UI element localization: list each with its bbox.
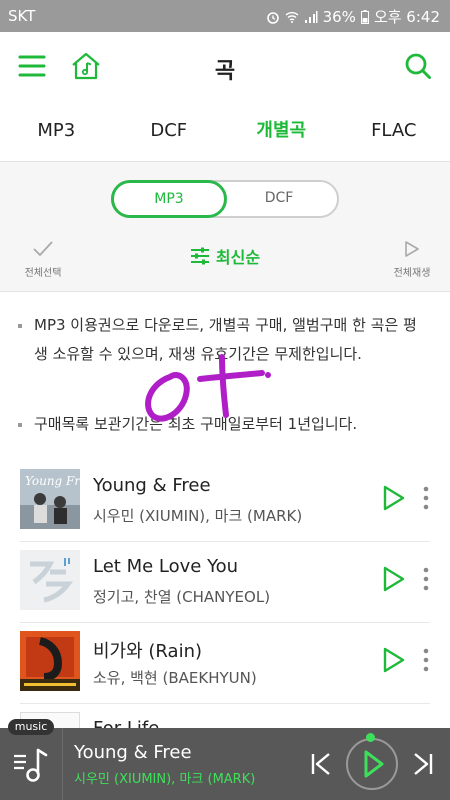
divider: [62, 728, 63, 800]
notice-text: MP3 이용권으로 다운로드, 개별곡 구매, 앨범구매 한 곡은 평생 소유할…: [34, 316, 417, 363]
play-all-button[interactable]: 전체재생: [386, 240, 438, 279]
album-art-lettering: Young Free: [25, 474, 80, 488]
page-title: 곡: [214, 59, 236, 84]
play-outline-icon: [405, 241, 419, 257]
play-pause-button[interactable]: [346, 738, 398, 790]
album-art-let-me-love-you: [20, 550, 80, 610]
segment-dcf[interactable]: DCF: [221, 180, 337, 218]
search-icon: [405, 53, 431, 79]
notice-retention: 구매목록 보관기간은 최초 구매일로부터 1년입니다.: [18, 410, 430, 439]
battery-icon: [360, 9, 369, 24]
notice-text: 구매목록 보관기간은 최초 구매일로부터 1년입니다.: [34, 415, 358, 433]
battery-percent: 36%: [322, 7, 356, 26]
prev-icon[interactable]: [310, 752, 332, 776]
more-vertical-icon[interactable]: [422, 566, 430, 592]
album-art-young-free: Young Free: [20, 469, 80, 529]
sort-button[interactable]: 최신순: [0, 244, 450, 268]
tab-dcf[interactable]: DCF: [113, 100, 226, 161]
mini-player[interactable]: Young & Free 시우민 (XIUMIN), 마크 (MARK): [0, 728, 450, 800]
status-bar: SKT 36% 오후 6:42: [0, 0, 450, 32]
song-title: Young & Free: [93, 475, 211, 496]
play-icon[interactable]: [382, 566, 406, 592]
wifi-icon: [285, 11, 299, 23]
more-vertical-icon[interactable]: [422, 485, 430, 511]
tab-mp3[interactable]: MP3: [0, 100, 113, 161]
tab-flac[interactable]: FLAC: [338, 100, 450, 161]
music-note-icon[interactable]: [12, 746, 52, 786]
album-art: [20, 631, 80, 691]
app-header: 곡: [0, 32, 450, 100]
format-tabs: MP3 DCF 개별곡 FLAC: [0, 100, 450, 162]
bullet: [18, 423, 22, 427]
sort-sliders-icon: [190, 247, 209, 265]
play-icon[interactable]: [382, 485, 406, 511]
play-icon[interactable]: [382, 647, 406, 673]
carrier-label: SKT: [8, 7, 36, 25]
now-playing-artist: 시우민 (XIUMIN), 마크 (MARK): [74, 772, 256, 787]
play-icon: [364, 750, 384, 778]
format-segmented-control: MP3 DCF: [111, 180, 339, 218]
search-button[interactable]: [400, 48, 436, 84]
list-item[interactable]: Young Free Young & Free 시우민 (XIUMIN), 마크…: [20, 461, 430, 542]
clock: 오후 6:42: [373, 8, 440, 26]
song-artist: 정기고, 찬열 (CHANYEOL): [93, 588, 271, 606]
tab-individual-songs[interactable]: 개별곡: [225, 100, 338, 161]
song-artist: 시우민 (XIUMIN), 마크 (MARK): [93, 507, 303, 525]
next-icon[interactable]: [412, 752, 434, 776]
song-title: Let Me Love You: [93, 556, 239, 577]
album-art: Young Free: [20, 469, 80, 529]
song-title: 비가와 (Rain): [93, 641, 202, 662]
alarm-icon: [266, 11, 279, 24]
status-icons: 36% 오후 6:42: [266, 6, 440, 27]
list-item[interactable]: 비가와 (Rain) 소유, 백현 (BAEKHYUN): [20, 623, 430, 704]
progress-indicator: [366, 733, 375, 742]
now-playing-title: Young & Free: [74, 742, 192, 763]
signal-icon: [304, 10, 318, 23]
bullet: [18, 324, 22, 328]
segment-mp3[interactable]: MP3: [111, 180, 227, 218]
sort-label: 최신순: [215, 248, 261, 267]
song-artist: 소유, 백현 (BAEKHYUN): [93, 669, 257, 687]
album-art-rain: [20, 631, 80, 691]
list-item[interactable]: Let Me Love You 정기고, 찬열 (CHANYEOL): [20, 542, 430, 623]
notice-ownership: MP3 이용권으로 다운로드, 개별곡 구매, 앨범구매 한 곡은 평생 소유할…: [18, 311, 430, 369]
more-vertical-icon[interactable]: [422, 647, 430, 673]
music-badge: music: [8, 719, 54, 735]
play-all-label: 전체재생: [393, 268, 431, 279]
album-art: [20, 550, 80, 610]
